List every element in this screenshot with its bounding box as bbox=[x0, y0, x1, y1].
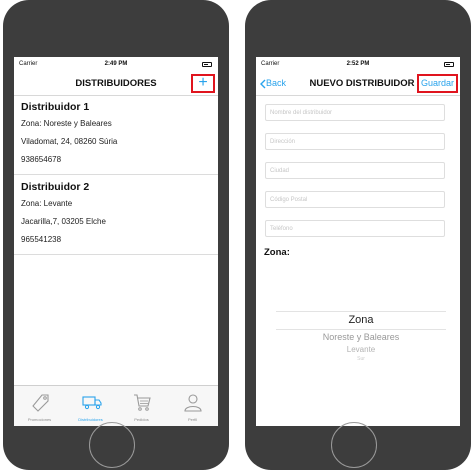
tab-distribuidores[interactable]: Distribuidores bbox=[65, 386, 116, 426]
distributor-phone: 938654678 bbox=[21, 155, 62, 164]
save-button[interactable]: Guardar bbox=[416, 74, 458, 93]
tag-icon bbox=[32, 394, 49, 412]
tab-label: Promociones bbox=[27, 417, 52, 422]
distributor-name-field[interactable]: Nombre del distribuidor bbox=[265, 104, 445, 121]
status-bar: Carrier 2:52 PM bbox=[256, 61, 460, 71]
user-icon bbox=[184, 394, 202, 412]
distributor-name: Distribuidor 2 bbox=[21, 181, 90, 193]
tab-promociones[interactable]: Promociones bbox=[14, 386, 65, 426]
distributor-list-item[interactable]: Distribuidor 1 Zona: Noreste y Baleares … bbox=[14, 96, 218, 175]
picker-divider bbox=[276, 329, 446, 330]
distributor-phone: 965541238 bbox=[21, 235, 62, 244]
nuevo-distribuidor-screen: Carrier 2:52 PM Back NUEVO DISTRIBUIDOR … bbox=[256, 57, 460, 426]
phone-frame-nuevo-distribuidor: Carrier 2:52 PM Back NUEVO DISTRIBUIDOR … bbox=[245, 0, 471, 470]
zona-label: Zona: bbox=[264, 247, 290, 258]
status-bar: Carrier 2:49 PM bbox=[14, 61, 218, 71]
battery-icon bbox=[202, 62, 212, 67]
tab-label: Perfil bbox=[187, 417, 198, 422]
distribuidores-screen: Carrier 2:49 PM DISTRIBUIDORES + Distrib… bbox=[14, 57, 218, 426]
distributor-zone: Zona: Noreste y Baleares bbox=[21, 119, 112, 128]
battery-icon bbox=[444, 62, 454, 67]
status-time: 2:52 PM bbox=[346, 61, 370, 67]
city-field[interactable]: Ciudad bbox=[265, 162, 445, 179]
tab-pedidos[interactable]: Pedidos bbox=[116, 386, 167, 426]
distributor-name: Distribuidor 1 bbox=[21, 101, 90, 113]
postal-code-field[interactable]: Código Postal bbox=[265, 191, 445, 208]
picker-option[interactable]: Noreste y Baleares bbox=[276, 332, 446, 342]
add-distributor-button[interactable]: + bbox=[191, 74, 215, 93]
status-time: 2:49 PM bbox=[104, 61, 128, 67]
truck-icon bbox=[82, 396, 102, 410]
page-title: DISTRIBUIDORES bbox=[75, 78, 157, 89]
distributor-list-item[interactable]: Distribuidor 2 Zona: Levante Jacarilla,7… bbox=[14, 175, 218, 255]
distributor-address: Jacarilla,7, 03205 Elche bbox=[21, 217, 106, 226]
navigation-bar: Back NUEVO DISTRIBUIDOR Guardar bbox=[256, 73, 460, 96]
tab-label: Pedidos bbox=[134, 417, 149, 422]
phone-field[interactable]: Teléfono bbox=[265, 220, 445, 237]
picker-option[interactable]: Sur bbox=[276, 356, 446, 362]
cart-icon bbox=[134, 394, 151, 411]
tab-perfil[interactable]: Perfil bbox=[167, 386, 218, 426]
distributor-address: Viladomat, 24, 08260 Súria bbox=[21, 137, 118, 146]
picker-selected-value[interactable]: Zona bbox=[276, 314, 446, 326]
home-button[interactable] bbox=[331, 422, 377, 468]
picker-divider bbox=[276, 311, 446, 312]
distributor-zone: Zona: Levante bbox=[21, 199, 73, 208]
navigation-bar: DISTRIBUIDORES + bbox=[14, 73, 218, 96]
tab-bar: Promociones Distribuidores Pedidos Perfi… bbox=[14, 385, 218, 426]
picker-option[interactable]: Levante bbox=[276, 345, 446, 354]
address-field[interactable]: Dirección bbox=[265, 133, 445, 150]
phone-frame-distribuidores: Carrier 2:49 PM DISTRIBUIDORES + Distrib… bbox=[3, 0, 229, 470]
home-button[interactable] bbox=[89, 422, 135, 468]
